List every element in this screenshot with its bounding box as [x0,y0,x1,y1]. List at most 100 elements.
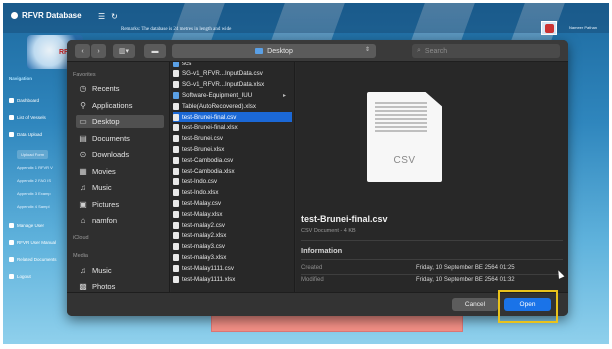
file-row[interactable]: test-malay2.csv [173,220,292,230]
remarks-text: Remarks: The database is 24 metres in le… [121,27,232,32]
sidebar-item-label: Downloads [92,150,130,159]
file-row[interactable]: test-Cambodia.csv [173,155,292,165]
document-icon [173,243,179,251]
file-row[interactable]: test-Brunei.xlsx [173,144,292,154]
file-name: test-malay3.csv [182,243,225,251]
user-name[interactable]: Nameer Pathan [569,25,597,30]
file-row[interactable]: test-Indo.xlsx [173,188,292,198]
file-name: Table(AutoRecovered).xlsx [182,102,256,110]
location-dropdown[interactable]: Desktop ⇕ [172,44,376,58]
file-row[interactable]: test-Malay1111.xlsx [173,274,292,284]
search-input[interactable]: ⌕ Search [412,44,560,58]
sidebar-item-pictures[interactable]: ▣ Pictures [76,198,164,211]
file-open-dialog: ‹ › ▥▾ ▬ Desktop ⇕ ⌕ Search Favorites ◷ R… [67,40,568,316]
file-row[interactable]: test-Malay.csv [173,198,292,208]
sidebar-subitem-appendix-3[interactable]: Appendix 3 Examp [17,191,51,196]
sidebar-item-desktop[interactable]: ▭ Desktop [76,115,164,128]
sidebar-item-namfon[interactable]: ⌂ namfon [76,214,164,227]
sidebar-item-vessels[interactable]: List of Vessels [9,115,46,120]
new-folder-button[interactable]: ▬ [144,44,166,58]
cancel-button[interactable]: Cancel [452,298,498,311]
file-name: test-malay3.xlsx [182,253,227,261]
file-name: test-Brunei-final.xlsx [182,124,238,132]
sidebar-item-user-manual[interactable]: RFVR User Manual [9,240,56,245]
information-heading: Information [301,246,343,255]
file-row[interactable]: test-malay3.csv [173,242,292,252]
sidebar-item-movies[interactable]: ▦ Movies [76,165,164,178]
file-name: SG-v1_RFVR...InputData.csv [182,70,263,78]
chevron-right-icon: ▸ [282,92,286,99]
file-row[interactable]: test-Malay.xlsx [173,209,292,219]
vessels-icon [9,115,14,120]
file-row[interactable]: Table(AutoRecovered).xlsx [173,101,292,111]
file-row[interactable]: test-Indo.csv [173,177,292,187]
document-icon [173,232,179,240]
file-name: test-malay2.xlsx [182,232,227,240]
menu-icon[interactable]: ☰ [98,12,105,21]
screenshot-frame: RFVR Database ☰ ↻ Remarks: The database … [0,0,612,349]
file-row[interactable]: test-Cambodia.xlsx [173,166,292,176]
file-row[interactable]: test-malay3.xlsx [173,252,292,262]
file-name: SG-v1_RFVR...InputData.xlsx [182,81,265,89]
sidebar-item-label: Documents [92,133,130,143]
sidebar-item-applications[interactable]: ⚲ Applications [76,99,164,112]
sidebar-item-label: Pictures [92,199,120,209]
sidebar-item-logout[interactable]: Logout [9,274,31,279]
created-label: Created [301,265,323,271]
documents-icon: ▤ [79,133,87,143]
sidebar-item-music[interactable]: ♫ Music [76,181,164,194]
document-icon [173,167,179,175]
brand[interactable]: RFVR Database [11,11,82,20]
file-name: test-Malay.csv [182,199,222,207]
sidebar-subitem-upload-form[interactable]: Upload Form [17,150,49,159]
brand-icon [11,12,18,19]
file-row[interactable]: SG-v1_RFVR...InputData.xlsx [173,80,292,90]
file-row[interactable]: test-Brunei-final.csv [173,112,292,122]
forward-button[interactable]: › [91,44,106,58]
file-row[interactable]: test-Brunei.csv [173,134,292,144]
file-name: test-Brunei.xlsx [182,145,225,153]
document-icon [173,102,179,110]
desktop-icon: ▭ [79,117,87,126]
sidebar-item-recents[interactable]: ◷ Recents [76,82,164,95]
music-icon: ♫ [80,183,86,192]
sidebar-item-manage-user[interactable]: Manage User [9,223,44,228]
media-item-music[interactable]: ♫ Music [76,264,164,277]
file-row[interactable]: SG-v1_RFVR...InputData.csv [173,69,292,79]
file-row[interactable]: test-malay2.xlsx [173,231,292,241]
file-row[interactable]: test-Brunei-final.xlsx [173,123,292,133]
sidebar-item-related-documents[interactable]: Related Documents [9,257,57,262]
file-name: test-Brunei-final.csv [182,113,237,121]
movies-icon: ▦ [79,166,87,176]
view-mode-button[interactable]: ▥▾ [113,44,135,58]
sidebar-item-dashboard[interactable]: Dashboard [9,98,39,103]
top-bar [3,3,609,33]
media-item-label: Music [92,266,112,275]
sidebar-item-downloads[interactable]: ⊙ Downloads [76,148,164,161]
back-button[interactable]: ‹ [75,44,90,58]
sidebar-item-data-upload[interactable]: Data Upload [9,132,42,137]
sidebar-subitem-appendix-4[interactable]: Appendix 4 Sampl [17,204,49,209]
upload-bar[interactable] [211,315,463,332]
file-name: test-Malay1111.csv [182,264,234,272]
folder-row[interactable]: scs [173,62,292,68]
sidebar-item-label: Desktop [92,117,120,126]
media-item-label: Photos [92,282,116,291]
refresh-icon[interactable]: ↻ [111,12,118,21]
sidebar-item-documents[interactable]: ▤ Documents [76,132,164,145]
folder-row[interactable]: Software-Equipment_IUU ▸ [173,90,292,100]
sidebar-subitem-appendix-1[interactable]: Appendix 1 RFVR V [17,165,53,170]
file-row[interactable]: test-Malay1111.csv [173,263,292,273]
sidebar-item-label: Manage User [17,223,45,228]
sidebar-subitem-appendix-2[interactable]: Appendix 2 FAO IS [17,178,51,183]
clock-icon: ◷ [79,84,87,93]
document-icon [173,264,179,272]
sidebar-item-label: RFVR User Manual [17,240,57,245]
file-name: test-Malay.xlsx [182,210,223,218]
sidebar-item-label: Data Upload [17,132,43,137]
sidebar-item-label: Dashboard [17,98,40,103]
document-icon [173,70,179,78]
document-icon [173,189,179,197]
updown-chevron-icon: ⇕ [364,47,370,53]
avatar[interactable] [541,21,557,35]
